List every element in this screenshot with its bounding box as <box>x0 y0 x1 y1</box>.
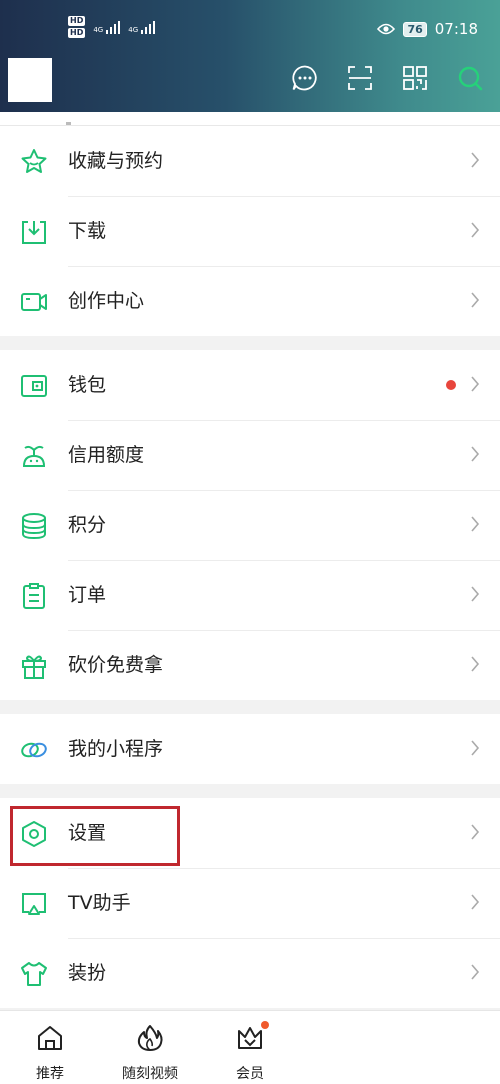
menu-item-tv-assistant[interactable]: TV助手 <box>0 868 500 938</box>
hd-badge-1: HD <box>68 16 86 26</box>
star-icon <box>21 149 47 173</box>
tab-vip[interactable]: 会员 <box>205 1021 295 1083</box>
menu-item-dress-up[interactable]: 装扮 <box>0 938 500 1008</box>
chevron-right-icon <box>471 222 480 238</box>
tab-label: 推荐 <box>36 1066 64 1082</box>
flame-icon <box>137 1025 163 1051</box>
credit-icon <box>22 445 46 467</box>
chevron-right-icon <box>471 740 480 756</box>
menu-item-favorites[interactable]: 收藏与预约 <box>0 126 500 196</box>
chevron-right-icon <box>471 376 480 392</box>
coins-icon <box>22 513 46 540</box>
menu-item-label: 创作中心 <box>68 290 145 312</box>
tab-suike-video[interactable]: 随刻视频 <box>105 1023 195 1083</box>
menu-item-points[interactable]: 积分 <box>0 490 500 560</box>
menu-item-bargain[interactable]: 砍价免费拿 <box>0 630 500 700</box>
tv-cast-icon <box>22 893 46 915</box>
gift-icon <box>22 655 46 679</box>
home-icon <box>38 1026 62 1050</box>
clipboard-icon <box>23 583 45 609</box>
menu-item-wallet[interactable]: 钱包 <box>0 350 500 420</box>
hd-badge-2: HD <box>68 28 86 38</box>
message-icon[interactable] <box>291 64 319 92</box>
menu-item-credit[interactable]: 信用额度 <box>0 420 500 490</box>
menu-section-3: 我的小程序 <box>0 714 500 784</box>
search-icon[interactable] <box>456 64 484 92</box>
chevron-right-icon <box>471 824 480 840</box>
chevron-right-icon <box>471 964 480 980</box>
scan-icon[interactable] <box>346 64 374 92</box>
tshirt-icon <box>21 962 47 986</box>
menu-item-label: 下载 <box>68 220 107 242</box>
chevron-right-icon <box>471 516 480 532</box>
signal-strength-1: 4G <box>93 20 121 34</box>
download-icon <box>22 221 46 244</box>
menu-item-label: 信用额度 <box>68 444 145 466</box>
menu-item-label: 钱包 <box>68 374 107 396</box>
notification-dot <box>446 380 456 390</box>
wallet-icon <box>21 375 47 397</box>
chevron-right-icon <box>471 152 480 168</box>
status-signals: HD HD 4G 4G <box>68 16 156 38</box>
avatar[interactable] <box>8 58 52 102</box>
menu-item-label: TV助手 <box>68 892 131 914</box>
tab-label: 会员 <box>236 1066 264 1082</box>
menu-section-4: 设置 TV助手 装扮 <box>0 798 500 1008</box>
menu-item-label: 积分 <box>68 514 107 536</box>
menu-item-download[interactable]: 下载 <box>0 196 500 266</box>
clock: 07:18 <box>434 20 478 38</box>
menu-item-label: 装扮 <box>68 962 107 984</box>
chevron-right-icon <box>471 656 480 672</box>
menu-section-1: 收藏与预约 下载 创作中心 <box>0 126 500 336</box>
eye-icon <box>377 23 396 35</box>
bottom-tab-bar: 推荐 随刻视频 会员 <box>0 1010 500 1084</box>
menu-item-orders[interactable]: 订单 <box>0 560 500 630</box>
signal-strength-2: 4G <box>128 20 156 34</box>
chevron-right-icon <box>471 292 480 308</box>
top-strip <box>0 112 500 126</box>
menu-item-creator-center[interactable]: 创作中心 <box>0 266 500 336</box>
profile-header: HD HD 4G 4G 76 07:18 <box>0 0 500 112</box>
menu-item-mini-programs[interactable]: 我的小程序 <box>0 714 500 784</box>
chevron-right-icon <box>471 446 480 462</box>
menu-item-label: 我的小程序 <box>68 738 164 760</box>
menu-item-label: 收藏与预约 <box>68 150 164 172</box>
qrcode-icon[interactable] <box>401 64 429 92</box>
settings-hexagon-icon <box>22 821 46 847</box>
menu-item-label: 设置 <box>68 822 107 844</box>
menu-list: 收藏与预约 下载 创作中心 钱包 信用额度 积分 订单 砍价免费拿 我的小程序 … <box>0 112 500 1010</box>
status-right: 76 07:18 <box>377 20 478 38</box>
menu-item-label: 订单 <box>68 584 107 606</box>
battery-indicator: 76 <box>403 21 427 37</box>
menu-section-2: 钱包 信用额度 积分 订单 砍价免费拿 <box>0 350 500 700</box>
chevron-right-icon <box>471 894 480 910</box>
menu-item-label: 砍价免费拿 <box>68 654 164 676</box>
mini-program-icon <box>21 742 47 758</box>
tab-label: 随刻视频 <box>122 1066 178 1082</box>
crown-icon <box>238 1027 262 1049</box>
chevron-right-icon <box>471 586 480 602</box>
video-camera-icon <box>21 293 47 311</box>
menu-item-settings[interactable]: 设置 <box>0 798 500 868</box>
notification-dot <box>261 1021 269 1029</box>
tab-recommend[interactable]: 推荐 <box>5 1023 95 1083</box>
